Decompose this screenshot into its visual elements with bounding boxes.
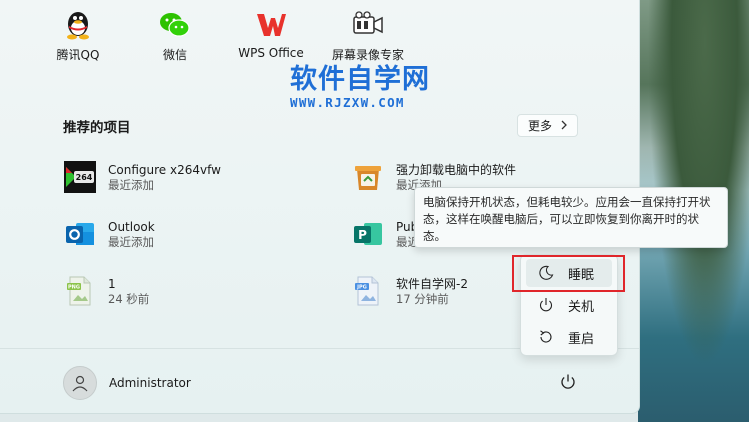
sleep-tooltip: 电脑保持开机状态，但耗电较少。应用会一直保持打开状态，这样在唤醒电脑后，可以立即… <box>414 187 728 248</box>
png-file-icon: PNG <box>64 275 96 307</box>
recommended-item[interactable]: Outlook 最近添加 <box>64 218 155 250</box>
svg-text:JPG: JPG <box>356 285 367 291</box>
recommended-item[interactable]: JPG 软件自学网-2 17 分钟前 <box>352 275 468 307</box>
recommended-item-name: 软件自学网-2 <box>396 276 468 291</box>
power-icon <box>561 374 575 389</box>
user-account[interactable]: Administrator <box>63 366 191 400</box>
uninstaller-icon <box>352 161 384 193</box>
x264-icon: 264 <box>64 161 96 193</box>
chevron-right-icon <box>560 119 568 133</box>
power-button[interactable] <box>554 368 582 396</box>
svg-text:264: 264 <box>76 173 93 182</box>
more-button[interactable]: 更多 <box>517 114 579 137</box>
jpg-file-icon: JPG <box>352 275 384 307</box>
recommended-item-name: 强力卸载电脑中的软件 <box>396 162 517 177</box>
recommended-item-time: 最近添加 <box>108 177 154 192</box>
restart-icon <box>536 329 556 345</box>
recommended-item-time: 24 秒前 <box>108 291 150 306</box>
user-name: Administrator <box>109 376 191 390</box>
power-menu-label: 关机 <box>568 299 595 315</box>
watermark-title: 软件自学网 <box>290 64 430 95</box>
outlook-icon <box>64 218 96 250</box>
pinned-app-label: WPS Office <box>238 46 304 60</box>
pinned-app-screen-recorder[interactable]: 屏幕录像专家 <box>323 8 413 63</box>
highlight-box <box>512 255 625 292</box>
recommended-item-time: 最近添加 <box>108 234 154 249</box>
pinned-app-qq[interactable]: 腾讯QQ <box>33 8 123 63</box>
svg-text:P: P <box>358 228 367 242</box>
svg-text:PNG: PNG <box>68 285 80 291</box>
power-menu-label: 重启 <box>568 331 595 347</box>
pinned-apps: 腾讯QQ 微信 WPS Office 屏幕录像专家 <box>0 8 639 68</box>
shutdown-icon <box>536 297 556 313</box>
watermark-url: WWW.RJZXW.COM <box>290 95 405 110</box>
recommended-item-name: Outlook <box>108 219 155 234</box>
qq-penguin-icon <box>61 8 95 42</box>
screen-recorder-icon <box>351 8 385 42</box>
recommended-item-name: Configure x264vfw <box>108 162 221 177</box>
pinned-app-label: 屏幕录像专家 <box>331 48 404 62</box>
power-menu-restart[interactable]: 重启 <box>526 323 612 351</box>
watermark: 软件自学网 WWW.RJZXW.COM <box>290 64 430 111</box>
pinned-app-label: 腾讯QQ <box>56 48 100 62</box>
pinned-app-wechat[interactable]: 微信 <box>130 8 220 63</box>
pinned-app-wps[interactable]: WPS Office <box>226 8 316 60</box>
more-button-label: 更多 <box>528 119 553 133</box>
wechat-icon <box>158 8 192 42</box>
recommended-item[interactable]: 264 Configure x264vfw 最近添加 <box>64 161 221 193</box>
recommended-item-time: 17 分钟前 <box>396 291 449 306</box>
avatar <box>63 366 97 400</box>
publisher-icon: P <box>352 218 384 250</box>
recommended-title: 推荐的项目 <box>63 120 131 136</box>
power-menu-shutdown[interactable]: 关机 <box>526 291 612 319</box>
pinned-app-label: 微信 <box>162 48 187 62</box>
wps-office-icon <box>254 8 288 42</box>
recommended-item[interactable]: PNG 1 24 秒前 <box>64 275 149 307</box>
user-icon <box>72 375 88 392</box>
recommended-item-name: 1 <box>108 276 116 291</box>
